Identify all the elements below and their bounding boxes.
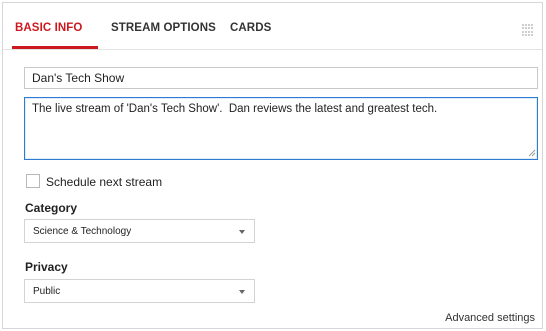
category-label: Category (25, 201, 78, 215)
active-tab-indicator (12, 46, 98, 49)
tab-cards[interactable]: CARDS (230, 22, 271, 34)
chevron-down-icon (239, 290, 245, 294)
chevron-down-icon (239, 230, 245, 234)
title-input[interactable] (24, 67, 538, 89)
description-textarea[interactable]: The live stream of 'Dan's Tech Show'. Da… (24, 97, 538, 160)
privacy-selected-value: Public (33, 286, 61, 297)
privacy-label: Privacy (25, 260, 68, 274)
schedule-next-stream-label: Schedule next stream (46, 175, 163, 189)
tab-bar: BASIC INFO STREAM OPTIONS CARDS (3, 3, 542, 50)
stream-info-panel: BASIC INFO STREAM OPTIONS CARDS The live… (2, 2, 543, 329)
grip-dots-icon[interactable] (522, 24, 534, 36)
category-selected-value: Science & Technology (33, 226, 132, 237)
tab-stream-options[interactable]: STREAM OPTIONS (111, 22, 216, 34)
tab-basic-info[interactable]: BASIC INFO (15, 22, 82, 34)
advanced-settings-link[interactable]: Advanced settings (445, 312, 535, 324)
schedule-next-stream-checkbox[interactable] (26, 174, 40, 188)
privacy-select[interactable]: Public (24, 279, 255, 303)
category-select[interactable]: Science & Technology (24, 219, 255, 243)
